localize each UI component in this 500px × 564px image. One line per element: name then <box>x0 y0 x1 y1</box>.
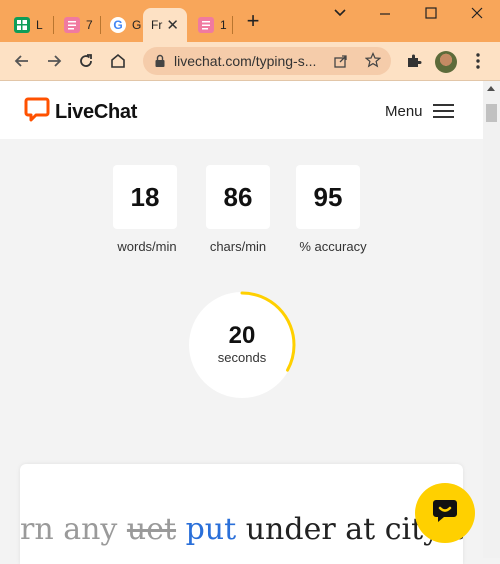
tab-label: 7 <box>86 18 93 32</box>
tab-google[interactable]: G G <box>102 8 142 42</box>
maximize-icon[interactable] <box>416 6 446 26</box>
minimize-icon[interactable] <box>370 6 400 26</box>
profile-avatar[interactable] <box>435 51 457 73</box>
browser-toolbar: livechat.com/typing-s... <box>0 42 500 81</box>
site-header: LiveChat Menu <box>0 81 483 139</box>
typing-test-card[interactable]: rn any uet put under at city c <box>20 464 463 564</box>
new-tab-plus-icon[interactable]: + <box>243 10 263 32</box>
tab-livechat-active[interactable]: Fr ✕ <box>143 8 187 42</box>
menu-button[interactable]: Menu <box>385 100 454 122</box>
tab-search-chevron-icon[interactable] <box>325 6 355 26</box>
cpm-value-box: 86 <box>206 165 270 229</box>
back-arrow-icon[interactable] <box>11 50 33 72</box>
wpm-value-box: 18 <box>113 165 177 229</box>
home-icon[interactable] <box>107 50 129 72</box>
current-word: put <box>185 512 237 547</box>
tab-label: 1 <box>220 18 227 32</box>
menu-label: Menu <box>385 102 423 120</box>
address-bar[interactable]: livechat.com/typing-s... <box>143 47 391 75</box>
share-icon[interactable] <box>333 53 349 74</box>
livechat-logo-icon <box>24 97 50 128</box>
accuracy-label: % accuracy <box>299 239 367 254</box>
tab-label: Fr <box>151 18 163 32</box>
wpm-label: words/min <box>117 239 177 254</box>
page-scrollbar[interactable] <box>483 81 500 558</box>
tab-label: G <box>132 18 142 32</box>
cpm-label: chars/min <box>209 239 267 254</box>
cpm-value: 86 <box>223 181 253 212</box>
forward-arrow-icon[interactable] <box>43 50 65 72</box>
tab-sheets[interactable]: L <box>6 8 52 42</box>
more-vert-icon[interactable] <box>467 50 489 72</box>
url-text: livechat.com/typing-s... <box>174 53 317 69</box>
mistyped-word: uet <box>126 512 177 547</box>
hamburger-icon <box>432 100 454 122</box>
accuracy-value-box: 95 <box>296 165 360 229</box>
scrollbar-thumb[interactable] <box>486 104 497 122</box>
timer-unit: seconds <box>217 350 267 365</box>
chat-widget-button[interactable] <box>415 483 475 543</box>
tab-label: L <box>36 18 43 32</box>
window-close-icon[interactable] <box>462 6 492 26</box>
lock-icon <box>154 54 166 73</box>
reload-icon[interactable] <box>75 50 97 72</box>
accuracy-value: 95 <box>313 181 343 212</box>
chat-bubble-icon <box>430 496 460 531</box>
browser-tab-bar: L 7 G G Fr ✕ 1 + <box>0 0 500 42</box>
tab-notes[interactable]: 7 <box>56 8 100 42</box>
close-icon[interactable]: ✕ <box>166 16 179 34</box>
typing-words-line: rn any uet put under at city c <box>20 512 463 547</box>
notes-icon <box>64 17 80 33</box>
logo-text: LiveChat <box>55 101 138 123</box>
scroll-up-arrow-icon[interactable] <box>487 86 495 91</box>
extensions-puzzle-icon[interactable] <box>403 50 425 72</box>
tab-notes-2[interactable]: 1 <box>190 8 230 42</box>
notes-icon <box>198 17 214 33</box>
star-icon[interactable] <box>364 52 382 73</box>
sheets-icon <box>14 17 30 33</box>
wpm-value: 18 <box>130 181 160 212</box>
typed-words: rn any <box>20 512 118 547</box>
google-icon: G <box>110 17 126 33</box>
livechat-logo[interactable]: LiveChat <box>24 97 137 128</box>
timer-value: 20 <box>228 322 256 349</box>
